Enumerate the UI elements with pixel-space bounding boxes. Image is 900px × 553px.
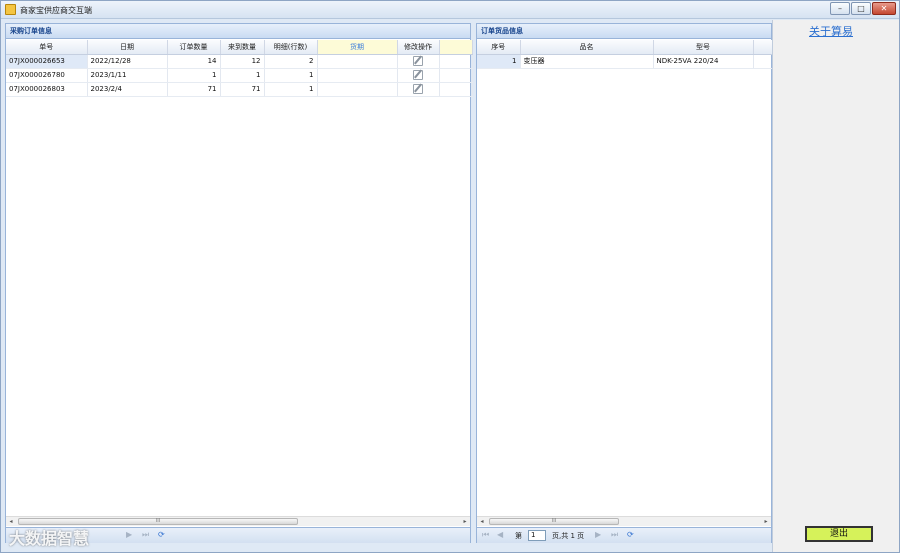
edit-icon[interactable] <box>413 56 423 66</box>
edit-icon[interactable] <box>413 84 423 94</box>
scrollbar-thumb[interactable]: III <box>18 518 298 525</box>
cell-lines[interactable]: 1 <box>264 82 318 97</box>
col-header-blank <box>439 40 473 55</box>
refresh-icon[interactable]: ⟳ <box>627 530 634 539</box>
refresh-icon[interactable]: ⟳ <box>158 530 165 539</box>
prev-page-icon[interactable]: ◀ <box>497 530 503 539</box>
last-page-icon[interactable]: ⏭ <box>611 530 618 540</box>
order-items-panel: 订单货品信息 序号 品名 型号 1 变压器 NDK-25VA 220/24 ◂ … <box>476 23 774 543</box>
cell-date[interactable]: 2023/1/11 <box>87 68 168 83</box>
cell-due[interactable] <box>317 82 398 97</box>
next-page-icon[interactable]: ▶ <box>126 530 132 539</box>
cell-order-qty[interactable]: 1 <box>167 68 221 83</box>
next-page-icon[interactable]: ▶ <box>595 530 601 539</box>
order-items-table: 序号 品名 型号 1 变压器 NDK-25VA 220/24 <box>477 40 774 69</box>
cell-order-qty[interactable]: 14 <box>167 54 221 69</box>
purchase-order-panel: 采购订单信息 单号 日期 订单数量 来到数量 明细(行数) 货期 修改操作 07… <box>5 23 473 543</box>
purchase-order-table: 单号 日期 订单数量 来到数量 明细(行数) 货期 修改操作 07JX00002… <box>6 40 473 97</box>
page-total-label: 页,共 1 页 <box>552 532 585 540</box>
col-header-order-no[interactable]: 单号 <box>6 40 88 55</box>
order-items-panel-title: 订单货品信息 <box>477 24 771 39</box>
edit-icon[interactable] <box>413 70 423 80</box>
scrollbar-thumb[interactable]: III <box>489 518 619 525</box>
table-row[interactable]: 07JX000026803 2023/2/4 71 71 1 <box>6 82 473 97</box>
cell-arrived-qty[interactable]: 71 <box>220 82 265 97</box>
cell-model[interactable]: NDK-25VA 220/24 <box>653 54 754 69</box>
cell-order-no[interactable]: 07JX000026803 <box>6 82 88 97</box>
cell-blank <box>439 68 473 83</box>
maximize-button[interactable]: □ <box>851 2 871 15</box>
col-header-order-qty[interactable]: 订单数量 <box>167 40 221 55</box>
watermark-text: 大数据智慧 <box>9 529 90 548</box>
exit-button[interactable]: 退出 <box>805 526 873 542</box>
cell-order-no[interactable]: 07JX000026653 <box>6 54 88 69</box>
horizontal-scrollbar[interactable]: ◂ III ▸ <box>477 516 771 526</box>
side-area <box>772 20 899 552</box>
about-link[interactable]: 关于算易 <box>809 23 853 39</box>
app-icon <box>5 4 16 15</box>
cell-order-no[interactable]: 07JX000026780 <box>6 68 88 83</box>
col-header-due[interactable]: 货期 <box>317 40 398 55</box>
cell-arrived-qty[interactable]: 12 <box>220 54 265 69</box>
cell-date[interactable]: 2023/2/4 <box>87 82 168 97</box>
cell-lines[interactable]: 1 <box>264 68 318 83</box>
cell-due[interactable] <box>317 68 398 83</box>
table-header-row: 序号 品名 型号 <box>477 40 774 55</box>
scroll-right-icon[interactable]: ▸ <box>460 517 470 526</box>
table-row[interactable]: 07JX000026780 2023/1/11 1 1 1 <box>6 68 473 83</box>
cell-blank <box>753 54 774 69</box>
purchase-order-panel-title: 采购订单信息 <box>6 24 470 39</box>
cell-arrived-qty[interactable]: 1 <box>220 68 265 83</box>
window-title: 商家宝供应商交互端 <box>20 6 92 15</box>
col-header-lines[interactable]: 明细(行数) <box>264 40 318 55</box>
title-bar: 商家宝供应商交互端 – □ ✕ <box>1 1 899 19</box>
close-button[interactable]: ✕ <box>872 2 896 15</box>
col-header-edit[interactable]: 修改操作 <box>397 40 440 55</box>
scroll-left-icon[interactable]: ◂ <box>477 517 487 526</box>
table-row[interactable]: 07JX000026653 2022/12/28 14 12 2 <box>6 54 473 69</box>
page-input[interactable]: 1 <box>528 530 546 541</box>
col-header-date[interactable]: 日期 <box>87 40 168 55</box>
scroll-right-icon[interactable]: ▸ <box>761 517 771 526</box>
table-header-row: 单号 日期 订单数量 来到数量 明细(行数) 货期 修改操作 <box>6 40 473 55</box>
page-label: 第 <box>515 532 522 540</box>
last-page-icon[interactable]: ⏭ <box>142 530 149 540</box>
cell-lines[interactable]: 2 <box>264 54 318 69</box>
cell-date[interactable]: 2022/12/28 <box>87 54 168 69</box>
col-header-model[interactable]: 型号 <box>653 40 754 55</box>
cell-blank <box>439 82 473 97</box>
cell-edit[interactable] <box>397 82 440 97</box>
cell-name[interactable]: 变压器 <box>520 54 654 69</box>
col-header-blank <box>753 40 774 55</box>
table-row[interactable]: 1 变压器 NDK-25VA 220/24 <box>477 54 774 69</box>
cell-seq[interactable]: 1 <box>477 54 521 69</box>
cell-order-qty[interactable]: 71 <box>167 82 221 97</box>
cell-blank <box>439 54 473 69</box>
app-window: 商家宝供应商交互端 – □ ✕ 采购订单信息 单号 日期 订单数量 来到数量 明… <box>0 0 900 553</box>
right-pager: ⏮ ◀ 第 1 页,共 1 页 ▶ ⏭ ⟳ <box>477 527 771 543</box>
cell-edit[interactable] <box>397 68 440 83</box>
cell-due[interactable] <box>317 54 398 69</box>
col-header-seq[interactable]: 序号 <box>477 40 521 55</box>
col-header-arrived-qty[interactable]: 来到数量 <box>220 40 265 55</box>
minimize-button[interactable]: – <box>830 2 850 15</box>
cell-edit[interactable] <box>397 54 440 69</box>
col-header-name[interactable]: 品名 <box>520 40 654 55</box>
first-page-icon[interactable]: ⏮ <box>482 530 489 540</box>
